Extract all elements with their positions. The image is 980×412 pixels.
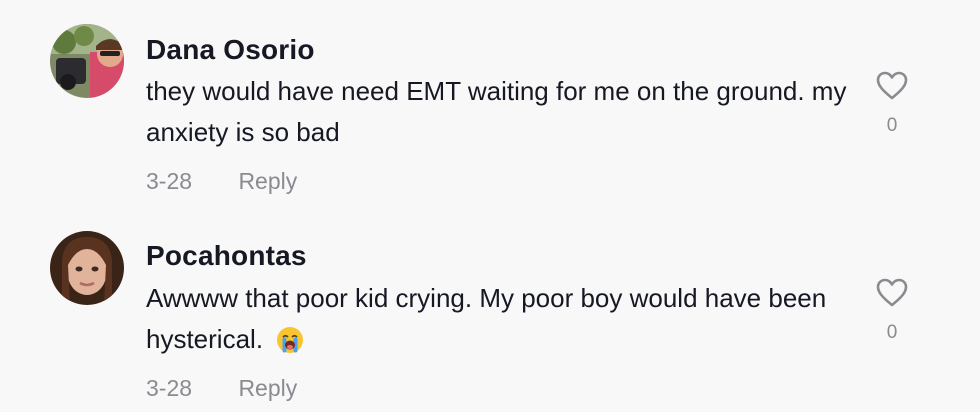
like-control[interactable]: 0 [872,278,912,344]
comment-username[interactable]: Dana Osorio [146,34,315,66]
user-photo-avatar-icon [50,24,124,98]
comment-date: 3-28 [146,168,193,194]
reply-button[interactable]: Reply [238,168,297,194]
comment-meta: 3-28 Reply [146,375,297,402]
heart-icon[interactable] [876,71,908,101]
comment-meta: 3-28 Reply [146,168,297,195]
avatar[interactable] [50,231,124,305]
comment-text: Awwww that poor kid crying. My poor boy … [146,278,856,366]
reply-button[interactable]: Reply [238,375,297,401]
like-count: 0 [886,322,898,343]
like-count: 0 [886,115,898,136]
comment-username[interactable]: Pocahontas [146,240,307,272]
loudly-crying-face-icon [276,325,304,366]
comment-text: they would have need EMT waiting for me … [146,76,847,147]
comment-text-body: Awwww that poor kid crying. My poor boy … [146,283,827,354]
user-photo-avatar-icon [50,231,124,305]
comment-date: 3-28 [146,375,193,401]
heart-icon[interactable] [876,278,908,308]
avatar[interactable] [50,24,124,98]
like-control[interactable]: 0 [872,71,912,137]
